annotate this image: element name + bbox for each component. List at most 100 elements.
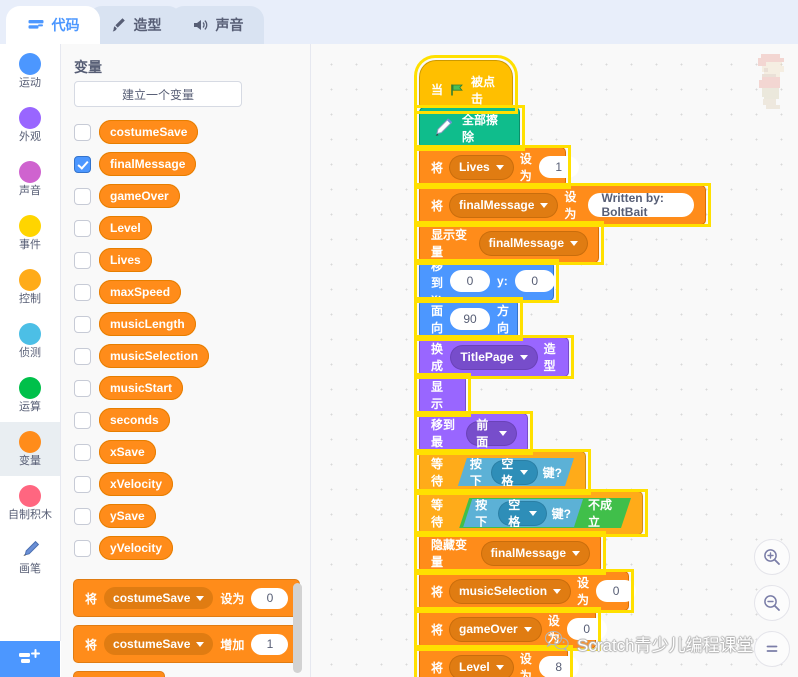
variable-checkbox[interactable] xyxy=(74,443,91,461)
variable-row[interactable]: Level xyxy=(74,216,152,240)
x-input[interactable]: 0 xyxy=(450,270,491,292)
category-motion[interactable]: 运动 xyxy=(0,44,60,98)
value-input[interactable]: 0 xyxy=(251,587,289,609)
tab-code[interactable]: 代码 xyxy=(6,6,100,44)
variable-dropdown[interactable]: Level xyxy=(450,655,513,677)
variable-pill[interactable]: musicLength xyxy=(99,312,196,336)
key-dropdown[interactable]: 空格 xyxy=(492,461,536,484)
variable-checkbox[interactable] xyxy=(74,283,91,301)
variable-row[interactable]: musicStart xyxy=(74,376,184,400)
variable-dropdown[interactable]: Lives xyxy=(450,155,513,179)
variable-row[interactable]: costumeSave xyxy=(74,120,199,144)
category-variables[interactable]: 变量 xyxy=(0,422,60,476)
palette-next-block[interactable] xyxy=(74,672,165,677)
variable-row[interactable]: finalMessage xyxy=(74,152,197,176)
variable-row[interactable]: gameOver xyxy=(74,184,180,208)
wait-until-block[interactable]: 等待 按下 空格 键? xyxy=(420,452,585,492)
variable-pill[interactable]: gameOver xyxy=(99,184,180,208)
variable-checkbox[interactable] xyxy=(74,539,91,557)
variable-checkbox[interactable] xyxy=(74,187,91,205)
value-input[interactable]: 1 xyxy=(538,156,579,178)
palette-set-variable-block[interactable]: 将 costumeSave 设为 0 xyxy=(74,580,300,616)
variable-row[interactable]: yVelocity xyxy=(74,536,174,560)
add-extension-button[interactable] xyxy=(0,641,60,677)
script-stack[interactable]: 当 被点击 全部擦除 将 Lives 设为 1 将 finalMessage 设… xyxy=(420,61,705,677)
variable-row[interactable]: xSave xyxy=(74,440,156,464)
variable-dropdown[interactable]: gameOver xyxy=(450,617,541,641)
value-input[interactable]: 0 xyxy=(596,580,637,602)
goto-xy-block[interactable]: 移到 x: 0 y: 0 xyxy=(420,259,555,305)
variable-pill[interactable]: finalMessage xyxy=(99,152,197,176)
value-input[interactable]: 8 xyxy=(538,656,579,677)
text-input[interactable]: Written by: BoltBait xyxy=(588,191,694,219)
point-direction-block[interactable]: 面向 90 方向 xyxy=(420,300,517,338)
variable-checkbox[interactable] xyxy=(74,507,91,525)
variable-row[interactable]: maxSpeed xyxy=(74,280,182,304)
category-my-blocks[interactable]: 自制积木 xyxy=(0,476,60,530)
when-flag-clicked-block[interactable]: 当 被点击 xyxy=(420,61,512,108)
variable-pill[interactable]: xVelocity xyxy=(99,472,174,496)
palette-scrollbar[interactable] xyxy=(293,583,302,673)
variable-checkbox[interactable] xyxy=(74,123,91,141)
key-pressed-condition[interactable]: 按下 空格 键? xyxy=(458,458,574,486)
y-input[interactable]: 0 xyxy=(514,270,555,292)
variable-pill[interactable]: xSave xyxy=(99,440,156,464)
variable-row[interactable]: musicLength xyxy=(74,312,196,336)
block-palette[interactable]: 变量 建立一个变量 costumeSave finalMessage gameO… xyxy=(61,44,311,677)
variable-dropdown[interactable]: finalMessage xyxy=(479,231,587,255)
variable-row[interactable]: xVelocity xyxy=(74,472,174,496)
variable-checkbox[interactable] xyxy=(74,219,91,237)
wait-until-not-block[interactable]: 等待 按下 空格 键? 不成立 xyxy=(420,492,642,534)
variable-checkbox[interactable] xyxy=(74,251,91,269)
variable-row[interactable]: Lives xyxy=(74,248,152,272)
variable-row[interactable]: ySave xyxy=(74,504,156,528)
variable-pill[interactable]: maxSpeed xyxy=(99,280,182,304)
category-control[interactable]: 控制 xyxy=(0,260,60,314)
hide-variable-block[interactable]: 隐藏变量 finalMessage xyxy=(420,534,600,572)
variable-row[interactable]: seconds xyxy=(74,408,170,432)
variable-dropdown[interactable]: finalMessage xyxy=(481,541,589,565)
make-variable-button[interactable]: 建立一个变量 xyxy=(74,81,242,107)
category-sound[interactable]: 声音 xyxy=(0,152,60,206)
show-block[interactable]: 显示 xyxy=(420,376,465,414)
set-final-message-block[interactable]: 将 finalMessage 设为 Written by: BoltBait xyxy=(420,186,705,224)
variable-checkbox[interactable] xyxy=(74,379,91,397)
key-dropdown[interactable]: 空格 xyxy=(499,502,545,525)
not-condition[interactable]: 按下 空格 键? 不成立 xyxy=(459,498,631,528)
category-pen[interactable]: 画笔 xyxy=(0,530,60,584)
variable-pill[interactable]: ySave xyxy=(99,504,156,528)
tab-costumes[interactable]: 造型 xyxy=(88,6,182,44)
variable-checkbox[interactable] xyxy=(74,155,91,173)
zoom-out-button[interactable] xyxy=(754,585,790,621)
switch-costume-title-block[interactable]: 换成 TitlePage 造型 xyxy=(420,338,568,376)
costume-dropdown[interactable]: TitlePage xyxy=(451,345,537,369)
variable-dropdown[interactable]: costumeSave xyxy=(104,633,214,655)
variable-checkbox[interactable] xyxy=(74,315,91,333)
category-events[interactable]: 事件 xyxy=(0,206,60,260)
variable-dropdown[interactable]: musicSelection xyxy=(450,579,571,603)
variable-checkbox[interactable] xyxy=(74,411,91,429)
palette-change-variable-block[interactable]: 将 costumeSave 增加 1 xyxy=(74,626,300,662)
variable-pill[interactable]: costumeSave xyxy=(99,120,199,144)
variable-dropdown[interactable]: finalMessage xyxy=(450,193,558,217)
set-lives-block[interactable]: 将 Lives 设为 1 xyxy=(420,148,579,186)
variable-pill[interactable]: seconds xyxy=(99,408,170,432)
tab-sounds[interactable]: 声音 xyxy=(170,6,264,44)
key-pressed-condition[interactable]: 按下 空格 键? xyxy=(463,499,583,527)
variable-pill[interactable]: musicStart xyxy=(99,376,184,400)
variable-row[interactable]: musicSelection xyxy=(74,344,210,368)
layer-dropdown[interactable]: 前面 xyxy=(467,418,516,449)
value-input[interactable]: 1 xyxy=(251,633,289,655)
variable-checkbox[interactable] xyxy=(74,347,91,365)
category-operators[interactable]: 运算 xyxy=(0,368,60,422)
variable-dropdown[interactable]: costumeSave xyxy=(104,587,214,609)
category-looks[interactable]: 外观 xyxy=(0,98,60,152)
direction-input[interactable]: 90 xyxy=(450,308,491,330)
variable-pill[interactable]: yVelocity xyxy=(99,536,174,560)
erase-all-block[interactable]: 全部擦除 xyxy=(420,108,519,148)
variable-pill[interactable]: musicSelection xyxy=(99,344,210,368)
category-sensing[interactable]: 侦测 xyxy=(0,314,60,368)
script-workspace[interactable]: 当 被点击 全部擦除 将 Lives 设为 1 将 finalMessage 设… xyxy=(311,44,798,677)
set-music-selection-block[interactable]: 将 musicSelection 设为 0 xyxy=(420,572,637,610)
zoom-reset-button[interactable] xyxy=(754,631,790,667)
